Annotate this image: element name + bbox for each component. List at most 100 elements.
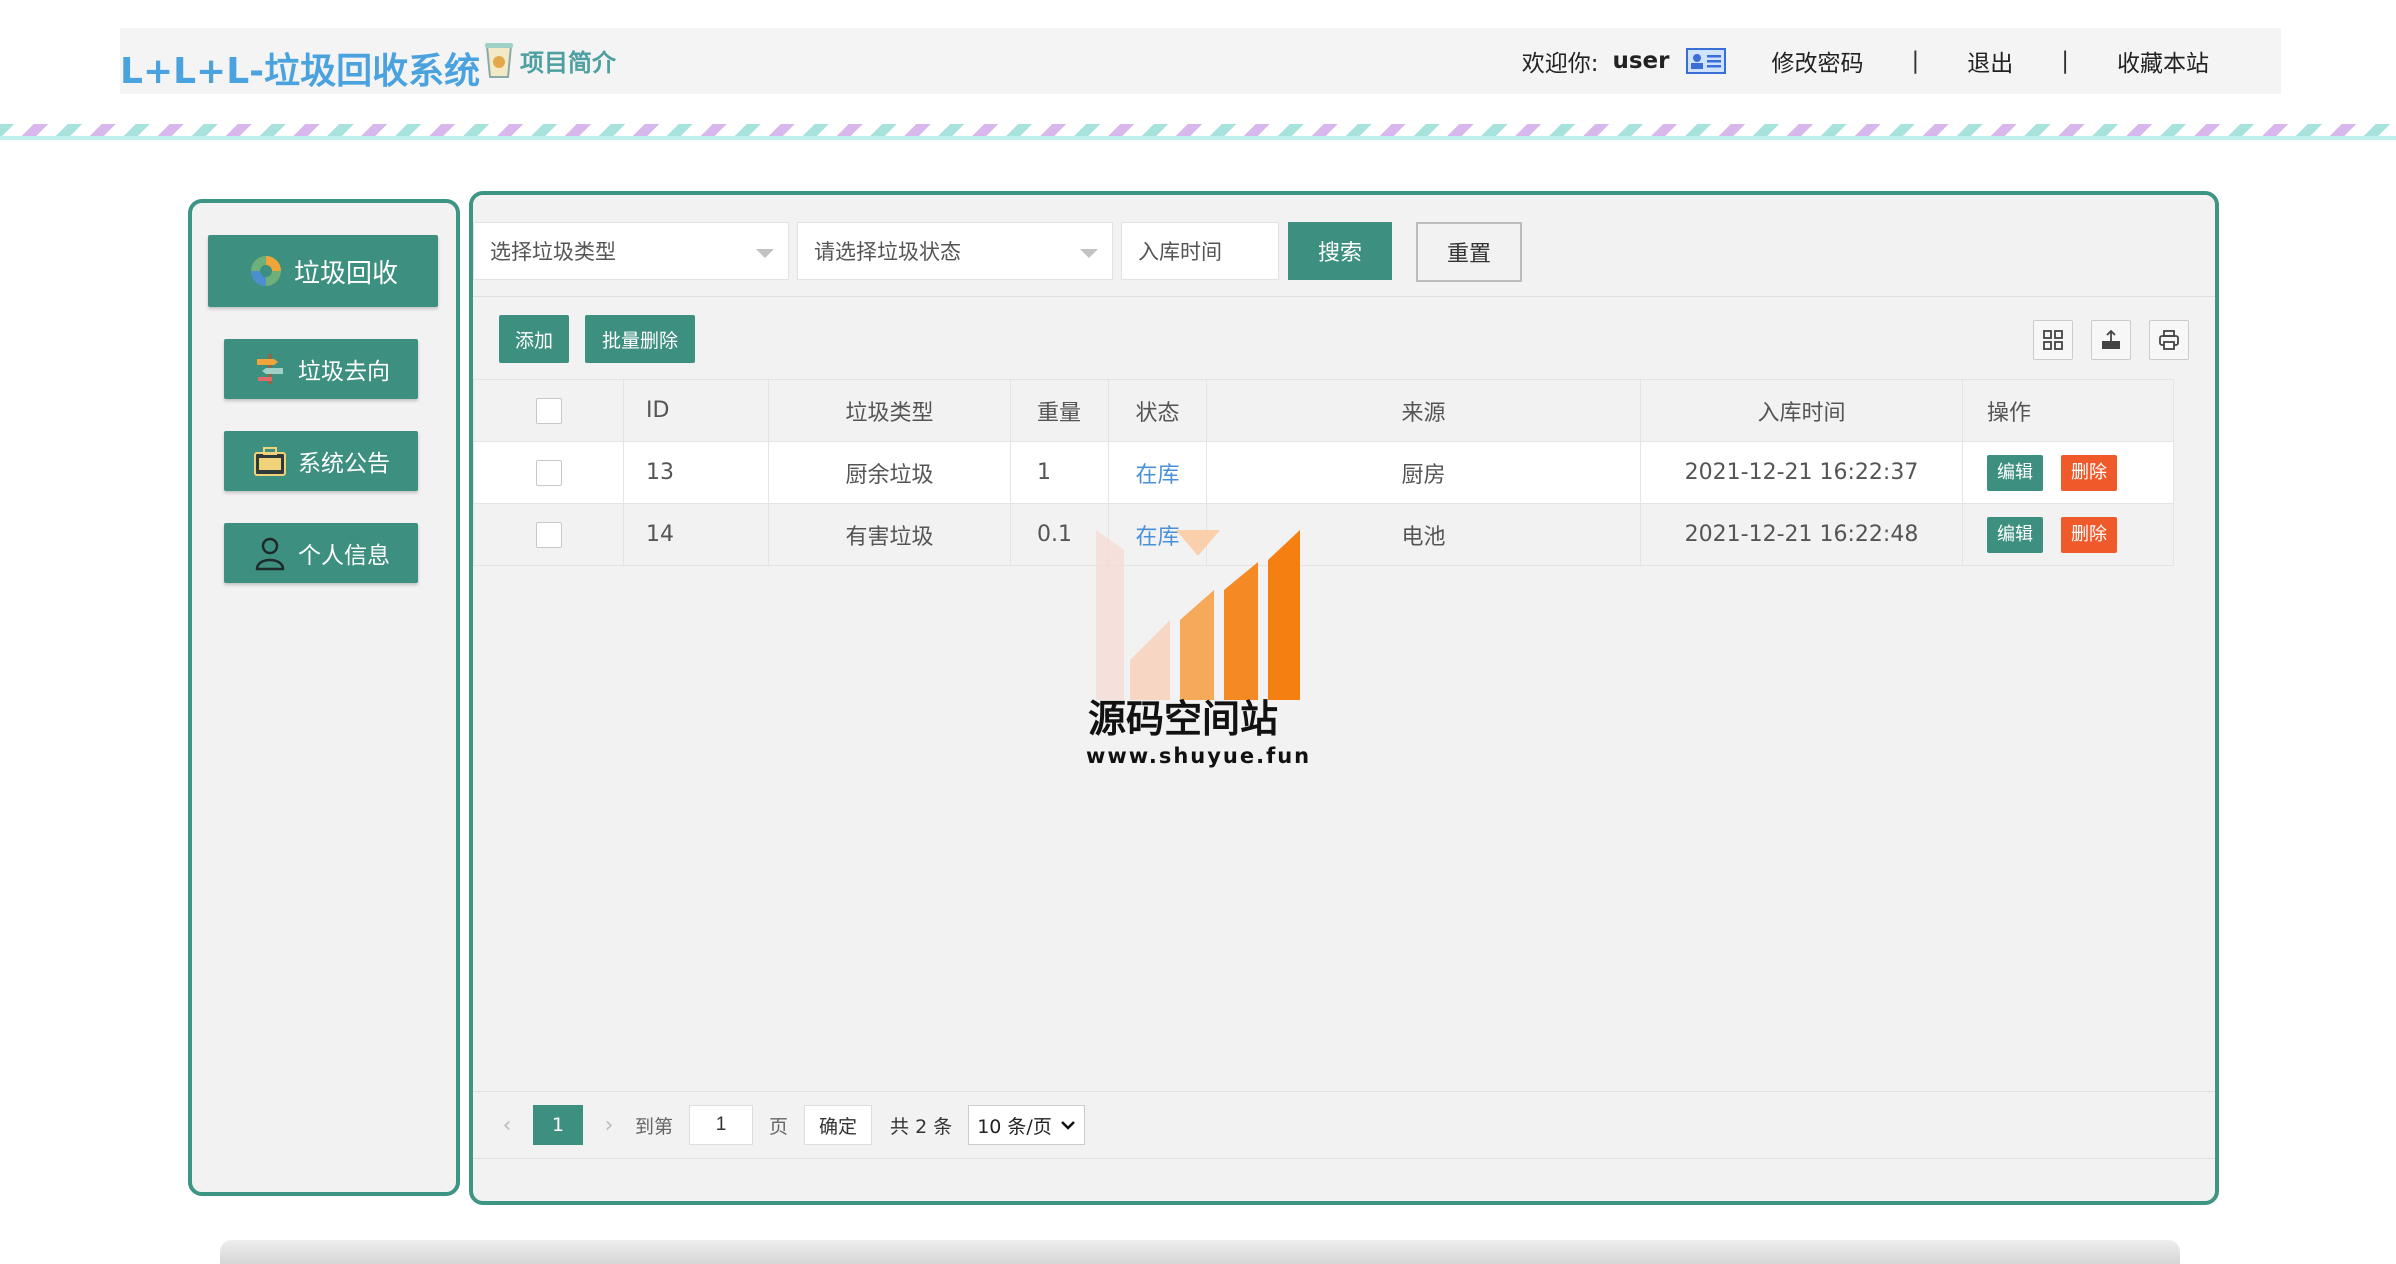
main-panel: 选择垃圾类型 请选择垃圾状态 入库时间 搜索 重置 添加 批量删除 ID 垃圾类… (469, 191, 2219, 1205)
cell-weight: 0.1 (1010, 503, 1109, 566)
table-row: 14 有害垃圾 0.1 在库 电池 2021-12-21 16:22:48 编辑… (473, 503, 2174, 566)
storage-time-input[interactable]: 入库时间 (1121, 222, 1279, 280)
welcome-text: 欢迎你: (1521, 51, 1599, 77)
sidebar-item-label: 系统公告 (298, 451, 390, 477)
top-header: L+L+L-垃圾回收系统 项目简介 欢迎你: user 修改密码 | 退出 | … (120, 28, 2281, 94)
edit-button[interactable]: 编辑 (1987, 454, 2043, 491)
prev-page-icon[interactable]: ‹ (493, 1113, 521, 1138)
add-button[interactable]: 添加 (499, 315, 569, 363)
select-all-cell (473, 379, 624, 442)
cup-icon (485, 43, 513, 78)
cell-source: 厨房 (1206, 441, 1641, 504)
cell-actions: 编辑 删除 (1962, 441, 2174, 504)
watermark-title: 源码空间站 (1088, 697, 1279, 741)
cell-type: 有害垃圾 (768, 503, 1011, 566)
cell-source: 电池 (1206, 503, 1641, 566)
cell-id: 14 (623, 503, 769, 566)
cell-type: 厨余垃圾 (768, 441, 1011, 504)
sidebar: 垃圾回收 垃圾去向 系统公告 个人信息 (188, 199, 460, 1196)
delete-button[interactable]: 删除 (2061, 516, 2117, 553)
sidebar-item-profile[interactable]: 个人信息 (224, 523, 418, 583)
reset-button[interactable]: 重置 (1416, 222, 1522, 282)
recycle-icon (250, 256, 281, 286)
row-checkbox[interactable] (535, 521, 562, 548)
status-select-placeholder: 请选择垃圾状态 (814, 240, 961, 264)
column-header-source[interactable]: 来源 (1206, 379, 1641, 442)
print-button[interactable] (2149, 320, 2189, 360)
cell-status: 在库 (1108, 441, 1207, 504)
chevron-down-icon (1060, 1121, 1075, 1130)
column-header-status[interactable]: 状态 (1108, 379, 1207, 442)
column-header-actions: 操作 (1962, 379, 2174, 442)
page-jump-confirm-button[interactable]: 确定 (804, 1105, 873, 1145)
sidebar-item-label: 垃圾去向 (298, 359, 390, 385)
status-link[interactable]: 在库 (1135, 525, 1179, 550)
printer-icon (2159, 330, 2179, 350)
type-select-placeholder: 选择垃圾类型 (490, 240, 616, 264)
page-footer-shadow (220, 1240, 2180, 1264)
nav-separator: | (1911, 48, 1920, 74)
column-header-type[interactable]: 垃圾类型 (768, 379, 1011, 442)
edit-button[interactable]: 编辑 (1987, 516, 2043, 553)
sidebar-item-label: 垃圾回收 (293, 258, 398, 289)
row-check-cell (473, 441, 624, 504)
sidebar-item-label: 个人信息 (298, 543, 390, 569)
row-checkbox[interactable] (535, 459, 562, 486)
cell-weight: 1 (1010, 441, 1109, 504)
cell-time: 2021-12-21 16:22:37 (1640, 441, 1963, 504)
username: user (1612, 48, 1670, 74)
export-icon (2102, 329, 2120, 349)
row-check-cell (473, 503, 624, 566)
filter-bar: 选择垃圾类型 请选择垃圾状态 入库时间 搜索 重置 (473, 195, 2215, 297)
cell-status: 在库 (1108, 503, 1207, 566)
batch-delete-button[interactable]: 批量删除 (585, 315, 695, 363)
nav-separator: | (2061, 48, 2069, 74)
chevron-down-icon (756, 249, 774, 258)
project-intro-label: 项目简介 (520, 48, 616, 77)
signpost-icon (257, 354, 283, 384)
id-card-icon[interactable] (1685, 47, 1726, 75)
divider (473, 1091, 2215, 1092)
cell-time: 2021-12-21 16:22:48 (1640, 503, 1963, 566)
project-intro-link[interactable]: 项目简介 (482, 40, 616, 80)
export-button[interactable] (2091, 320, 2131, 360)
divider (473, 1158, 2215, 1159)
pagination: ‹ 1 › 到第 页 确定 共 2 条 10 条/页 (493, 1105, 1085, 1145)
decorative-line (0, 136, 2396, 140)
bookmark-link[interactable]: 收藏本站 (2117, 44, 2209, 78)
briefcase-icon (254, 447, 286, 476)
page-unit-label: 页 (769, 1115, 789, 1138)
divider (473, 296, 2215, 297)
garbage-table: ID 垃圾类型 重量 状态 来源 入库时间 操作 13 厨余垃圾 1 在库 厨房… (473, 379, 2174, 566)
app-title: L+L+L-垃圾回收系统 (120, 51, 481, 92)
table-row: 13 厨余垃圾 1 在库 厨房 2021-12-21 16:22:37 编辑 删除 (473, 441, 2174, 504)
storage-time-placeholder: 入库时间 (1138, 240, 1222, 264)
column-header-time[interactable]: 入库时间 (1640, 379, 1963, 442)
delete-button[interactable]: 删除 (2061, 454, 2117, 491)
status-select[interactable]: 请选择垃圾状态 (797, 222, 1113, 280)
next-page-icon[interactable]: › (595, 1113, 623, 1138)
current-page[interactable]: 1 (533, 1105, 583, 1145)
watermark-url: www.shuyue.fun (1086, 744, 1312, 768)
column-header-id[interactable]: ID (623, 379, 769, 442)
change-password-link[interactable]: 修改密码 (1772, 44, 1864, 78)
cell-id: 13 (623, 441, 769, 504)
user-nav: 欢迎你: user 修改密码 | 退出 | 收藏本站 (1522, 44, 2209, 78)
select-all-checkbox[interactable] (535, 397, 562, 424)
logout-link[interactable]: 退出 (1967, 44, 2013, 78)
person-icon (255, 537, 285, 571)
search-button[interactable]: 搜索 (1288, 222, 1392, 280)
column-header-weight[interactable]: 重量 (1010, 379, 1109, 442)
page-size-select[interactable]: 10 条/页 (968, 1105, 1085, 1145)
page-jump-input[interactable] (689, 1105, 754, 1145)
sidebar-item-announcement[interactable]: 系统公告 (224, 431, 418, 491)
table-header-row: ID 垃圾类型 重量 状态 来源 入库时间 操作 (473, 379, 2174, 442)
sidebar-item-destination[interactable]: 垃圾去向 (224, 339, 418, 399)
page-size-value: 10 条/页 (977, 1115, 1052, 1138)
status-link[interactable]: 在库 (1135, 463, 1179, 488)
type-select[interactable]: 选择垃圾类型 (473, 222, 789, 280)
cell-actions: 编辑 删除 (1962, 503, 2174, 566)
columns-filter-button[interactable] (2033, 320, 2073, 360)
goto-label: 到第 (635, 1115, 674, 1138)
sidebar-item-recycle[interactable]: 垃圾回收 (208, 235, 438, 307)
